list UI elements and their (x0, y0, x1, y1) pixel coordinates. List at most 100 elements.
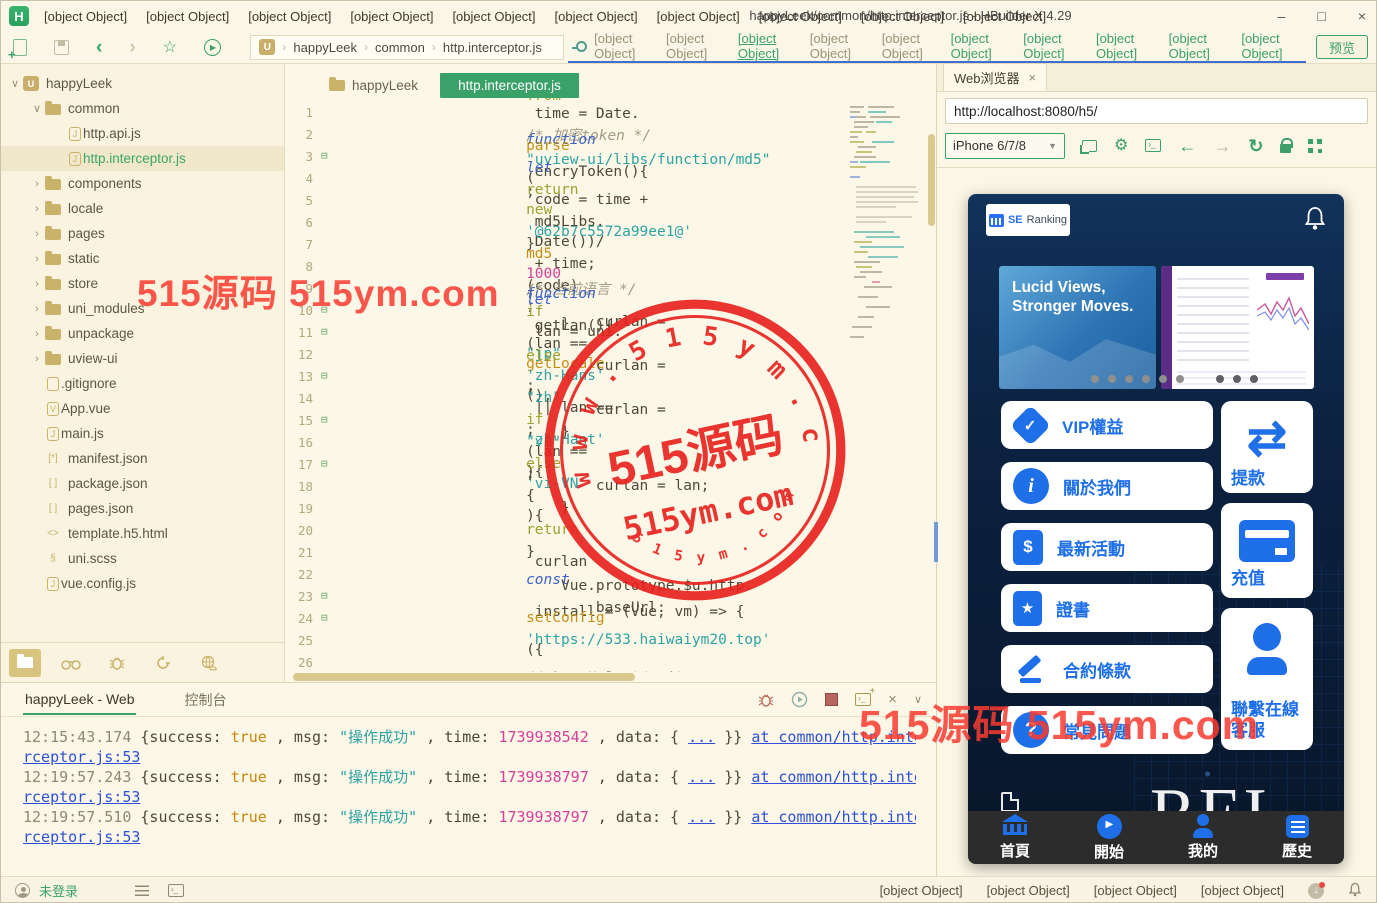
tabbar-item[interactable]: 我的 (1156, 811, 1250, 864)
gear-icon[interactable]: ⚙ (1114, 138, 1128, 154)
url-input[interactable] (945, 98, 1368, 124)
tree-item[interactable]: ∨ happyLeek (1, 71, 284, 96)
tab-web[interactable] (193, 649, 225, 677)
menu-item[interactable]: [object Object] (350, 9, 433, 24)
tree-item[interactable]: › locale (1, 196, 284, 221)
tree-chevron-icon[interactable]: › (29, 328, 45, 340)
user-avatar-icon[interactable] (15, 883, 30, 898)
tabbar-item[interactable]: 歷史 (1250, 811, 1344, 864)
fold-marker-icon[interactable]: - (319, 614, 334, 623)
menu-item[interactable]: [object Object] (452, 9, 535, 24)
tab-debug[interactable] (101, 649, 133, 677)
tree-chevron-icon[interactable]: › (29, 353, 45, 365)
tab-refresh[interactable] (147, 649, 179, 677)
search-option[interactable]: [object Object] (882, 31, 941, 61)
breadcrumb-item[interactable]: common (375, 40, 425, 55)
status-item[interactable]: [object Object] (880, 883, 963, 898)
breadcrumb-item[interactable]: http.interceptor.js (443, 40, 542, 55)
search-action[interactable]: [object Object] (1096, 31, 1155, 61)
run-icon[interactable]: ▶ (204, 39, 221, 56)
fold-marker-icon[interactable]: - (319, 152, 334, 161)
back-icon[interactable]: ‹ (96, 38, 102, 57)
bookmark-star-icon[interactable]: ☆ (163, 37, 177, 57)
console-tab-web[interactable]: happyLeek - Web (23, 685, 136, 715)
bell-icon[interactable] (1303, 205, 1327, 231)
tree-item[interactable]: http.interceptor.js (1, 146, 284, 171)
tree-item[interactable]: http.api.js (1, 121, 284, 146)
tabbar-item[interactable]: 首頁 (968, 811, 1062, 864)
log-token[interactable]: ... (688, 728, 715, 746)
browser-forward-icon[interactable]: → (1213, 137, 1231, 155)
preview-button[interactable]: 预览 (1316, 35, 1368, 59)
tree-item[interactable]: main.js (1, 421, 284, 446)
tree-item[interactable]: › uview-ui (1, 346, 284, 371)
search-option[interactable]: [object Object] (666, 31, 725, 61)
tree-item[interactable]: › unpackage (1, 321, 284, 346)
tab-close-icon[interactable]: × (1029, 70, 1037, 85)
log-token[interactable]: rceptor.js:53 (23, 788, 140, 806)
terminal-icon[interactable]: ›_ (1145, 139, 1161, 152)
active-file-tab[interactable]: http.interceptor.js (440, 73, 579, 98)
menu-item[interactable]: [object Object] (248, 9, 331, 24)
restart-icon[interactable] (791, 691, 808, 708)
project-root-icon[interactable]: U (259, 39, 275, 55)
forward-icon[interactable]: › (129, 38, 135, 57)
menu-item[interactable]: [object Object] (44, 9, 127, 24)
fold-marker-icon[interactable]: - (319, 460, 334, 469)
tree-chevron-icon[interactable]: › (29, 253, 45, 265)
log-token[interactable]: rceptor.js:53 (23, 748, 140, 766)
tree-chevron-icon[interactable]: › (29, 178, 45, 190)
horizontal-scrollbar[interactable] (285, 672, 936, 682)
banner-slide-1[interactable]: Lucid Views, Stronger Moves. (999, 266, 1156, 389)
search-action[interactable]: [object Object] (1169, 31, 1228, 61)
floating-doc-icon[interactable] (1001, 792, 1019, 812)
minimize-button[interactable]: – (1278, 8, 1286, 24)
tree-item[interactable]: › components (1, 171, 284, 196)
menu-item[interactable]: [object Object] (657, 9, 740, 24)
tree-chevron-icon[interactable]: ∨ (7, 77, 23, 90)
fold-marker-icon[interactable]: - (319, 372, 334, 381)
tree-item[interactable]: template.h5.html (1, 521, 284, 546)
log-token[interactable]: at common/http.inte (751, 768, 916, 786)
tree-item[interactable]: vue.config.js (1, 571, 284, 596)
menu-item[interactable]: [object Object] (146, 9, 229, 24)
status-item[interactable]: [object Object] (987, 883, 1070, 898)
fold-marker-icon[interactable]: - (319, 592, 334, 601)
refresh-icon[interactable]: ↻ (1248, 137, 1263, 155)
log-token[interactable]: rceptor.js:53 (23, 828, 140, 846)
close-button[interactable]: × (1358, 8, 1366, 24)
tree-item[interactable]: ∨ common (1, 96, 284, 121)
outline-list-icon[interactable] (135, 885, 149, 896)
menu-item[interactable]: [object Object] (555, 9, 638, 24)
fold-marker-icon[interactable]: - (319, 328, 334, 337)
device-select[interactable]: iPhone 6/7/8 ▼ (945, 133, 1065, 159)
tree-item[interactable]: pages.json (1, 496, 284, 521)
vertical-scrollbar[interactable] (927, 98, 936, 672)
panel-splitter-handle[interactable] (934, 522, 938, 562)
search-option[interactable]: [object Object] (594, 31, 653, 61)
breadcrumb-item[interactable]: happyLeek (293, 40, 357, 55)
save-icon[interactable] (54, 40, 69, 55)
menu-button[interactable]: VIP權益 (1001, 401, 1213, 449)
minimap[interactable] (846, 100, 926, 672)
tree-chevron-icon[interactable]: ∨ (29, 102, 45, 115)
tab-search[interactable] (55, 649, 87, 677)
status-item[interactable]: [object Object] (1094, 883, 1177, 898)
banner-slide-2[interactable] (1161, 266, 1314, 389)
login-status[interactable]: 未登录 (39, 881, 78, 900)
search-action[interactable]: [object Object] (951, 31, 1010, 61)
search-action[interactable]: [object Object] (1241, 31, 1300, 61)
tree-chevron-icon[interactable]: › (29, 203, 45, 215)
tabbar-item[interactable]: 開始 (1062, 811, 1156, 864)
qr-code-icon[interactable] (1308, 139, 1322, 153)
carousel-dots[interactable] (1091, 375, 1258, 383)
tree-item[interactable]: manifest.json (1, 446, 284, 471)
tree-chevron-icon[interactable]: › (29, 303, 45, 315)
log-token[interactable]: ... (688, 808, 715, 826)
scrollbar-thumb[interactable] (928, 134, 935, 226)
menu-button[interactable]: 合約條款 (1001, 645, 1213, 693)
tree-item[interactable]: .gitignore (1, 371, 284, 396)
web-browser-tab[interactable]: Web浏览器 × (943, 63, 1047, 91)
open-external-icon[interactable] (1082, 140, 1097, 152)
menu-button[interactable]: 充值 (1221, 503, 1313, 598)
